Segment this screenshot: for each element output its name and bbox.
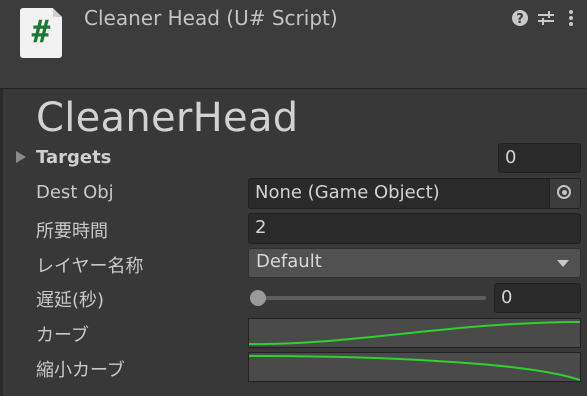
delay-label: 遅延(秒) [36, 290, 105, 311]
duration-field[interactable]: 2 [248, 213, 581, 244]
curve-line [249, 321, 580, 346]
settings-icon[interactable] [536, 8, 556, 28]
targets-size-field[interactable]: 0 [498, 143, 581, 173]
delay-value-field[interactable]: 0 [494, 283, 581, 313]
layer-name-label: レイヤー名称 [36, 256, 144, 277]
targets-label[interactable]: Targets [36, 147, 111, 168]
kebab-menu-icon[interactable] [561, 8, 581, 28]
chevron-down-icon [557, 260, 569, 267]
shrink-curve-label: 縮小カーブ [36, 360, 125, 381]
component-header: # Cleaner Head (U# Script) ? [0, 0, 587, 89]
component-title: CleanerHead [36, 95, 299, 141]
delay-slider-thumb[interactable] [250, 290, 266, 306]
duration-label: 所要時間 [36, 221, 108, 242]
inspector-gutter [0, 89, 3, 396]
help-icon[interactable]: ? [510, 8, 530, 28]
shrink-curve-field[interactable] [248, 352, 581, 382]
delay-slider-track[interactable] [258, 296, 486, 300]
component-type-title: Cleaner Head (U# Script) [84, 6, 338, 30]
layer-name-dropdown[interactable]: Default [248, 248, 581, 278]
dest-obj-label: Dest Obj [36, 182, 114, 203]
script-file-icon: # [20, 8, 62, 58]
dest-obj-field[interactable]: None (Game Object) [248, 178, 581, 209]
curve-field[interactable] [248, 318, 581, 348]
shrink-curve-line [249, 355, 580, 381]
curve-label: カーブ [36, 325, 89, 346]
object-picker-icon[interactable] [549, 179, 580, 208]
svg-text:?: ? [516, 12, 524, 27]
foldout-arrow-icon[interactable] [16, 151, 26, 163]
